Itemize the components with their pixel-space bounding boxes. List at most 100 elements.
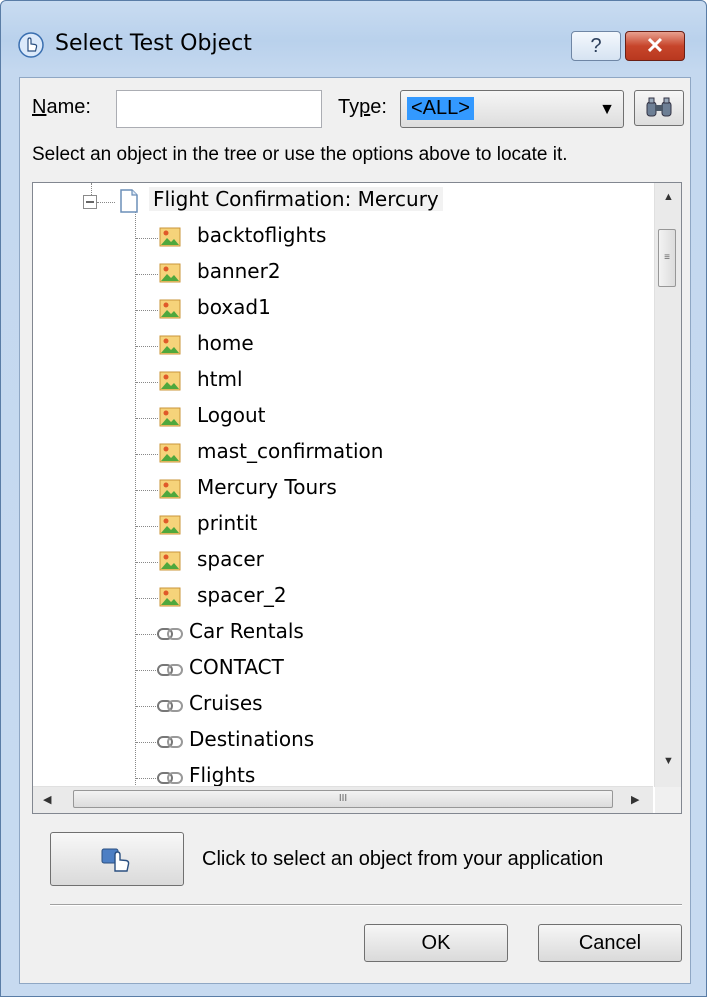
tree-item-label: Car Rentals <box>189 619 304 643</box>
pointing-hand-icon <box>18 32 44 58</box>
ok-button[interactable]: OK <box>364 924 508 962</box>
vertical-scroll-thumb[interactable]: ≡ <box>658 229 676 287</box>
tree-item-label: html <box>197 367 243 391</box>
vertical-scrollbar[interactable]: ▲ ≡ ▼ <box>654 183 681 787</box>
pointing-hand-icon <box>101 848 130 872</box>
tree-item[interactable]: spacer_2 <box>33 579 653 615</box>
image-icon <box>159 227 181 247</box>
tree-item-label: CONTACT <box>189 655 284 679</box>
tree-item-label: Cruises <box>189 691 263 715</box>
tree-item[interactable]: backtoflights <box>33 219 653 255</box>
pick-object-button[interactable] <box>50 832 184 886</box>
dialog-body: Name: Type: <ALL> ▼ Select an object in … <box>19 77 691 984</box>
image-icon <box>159 515 181 535</box>
collapse-icon[interactable] <box>83 195 97 209</box>
tree-item-label: Logout <box>197 403 266 427</box>
link-icon <box>157 628 183 640</box>
image-icon <box>159 551 181 571</box>
close-button[interactable]: ✕ <box>625 31 685 61</box>
tree-connector <box>136 706 158 707</box>
tree-item[interactable]: Mercury Tours <box>33 471 653 507</box>
tree-connector <box>136 382 158 383</box>
scroll-right-icon[interactable]: ▶ <box>631 793 639 806</box>
type-dropdown[interactable]: <ALL> ▼ <box>400 90 624 128</box>
tree-connector <box>136 670 158 671</box>
tree-root-item[interactable]: Flight Confirmation: Mercury <box>33 183 653 219</box>
scroll-corner <box>655 787 681 813</box>
page-icon <box>120 189 138 213</box>
tree-item[interactable]: banner2 <box>33 255 653 291</box>
chevron-down-icon: ▼ <box>599 101 615 118</box>
tree-connector <box>136 274 158 275</box>
cancel-button[interactable]: Cancel <box>538 924 682 962</box>
tree-item-label: backtoflights <box>197 223 327 247</box>
type-label-part: Ty <box>338 96 360 118</box>
name-label: Name: <box>32 96 91 119</box>
tree-item-label: Flights <box>189 763 256 787</box>
link-icon <box>157 736 183 748</box>
instruction-text: Select an object in the tree or use the … <box>32 144 568 165</box>
help-button[interactable]: ? <box>571 31 621 61</box>
title-bar[interactable]: Select Test Object ? ✕ <box>1 1 706 61</box>
image-icon <box>159 407 181 427</box>
tree-item[interactable]: CONTACT <box>33 651 653 687</box>
tree-item-label: home <box>197 331 254 355</box>
scroll-up-icon[interactable]: ▲ <box>663 191 674 203</box>
tree-connector <box>136 598 158 599</box>
window-title: Select Test Object <box>55 31 252 56</box>
divider <box>50 904 682 906</box>
tree-root-label: Flight Confirmation: Mercury <box>149 187 443 211</box>
image-icon <box>159 587 181 607</box>
horizontal-scrollbar[interactable]: ◀ III ▶ <box>33 786 653 813</box>
tree-item-label: boxad1 <box>197 295 271 319</box>
image-icon <box>159 263 181 283</box>
link-icon <box>157 700 183 712</box>
tree-item[interactable]: spacer <box>33 543 653 579</box>
tree-item[interactable]: Cruises <box>33 687 653 723</box>
tree-item[interactable]: boxad1 <box>33 291 653 327</box>
tree-connector <box>136 742 158 743</box>
tree-connector <box>136 778 158 779</box>
tree-item[interactable]: Destinations <box>33 723 653 759</box>
tree-rows: Flight Confirmation: Mercury backtofligh… <box>33 183 653 787</box>
select-test-object-dialog: Select Test Object ? ✕ Name: Type: <ALL>… <box>0 0 707 997</box>
tree-connector <box>136 346 158 347</box>
tree-connector <box>136 490 158 491</box>
tree-item[interactable]: printit <box>33 507 653 543</box>
tree-item[interactable]: Logout <box>33 399 653 435</box>
image-icon <box>159 371 181 391</box>
link-icon <box>157 664 183 676</box>
scroll-down-icon[interactable]: ▼ <box>663 755 674 767</box>
tree-item-label: printit <box>197 511 258 535</box>
type-selected-value: <ALL> <box>407 97 474 120</box>
type-label-part: e: <box>370 96 387 118</box>
tree-item-label: mast_confirmation <box>197 439 384 463</box>
tree-item[interactable]: mast_confirmation <box>33 435 653 471</box>
tree-item[interactable]: Flights <box>33 759 653 787</box>
image-icon <box>159 479 181 499</box>
tree-item-label: banner2 <box>197 259 281 283</box>
binoculars-icon <box>646 97 672 117</box>
tree-item-label: Mercury Tours <box>197 475 337 499</box>
tree-connector <box>136 562 158 563</box>
object-tree[interactable]: Flight Confirmation: Mercury backtofligh… <box>32 182 682 814</box>
name-field[interactable] <box>116 90 322 128</box>
name-label-part: ame: <box>46 96 91 118</box>
tree-item[interactable]: html <box>33 363 653 399</box>
type-label: Type: <box>338 96 387 119</box>
tree-item[interactable]: Car Rentals <box>33 615 653 651</box>
tree-item-label: spacer_2 <box>197 583 287 607</box>
find-button[interactable] <box>634 90 684 126</box>
tree-item[interactable]: home <box>33 327 653 363</box>
image-icon <box>159 335 181 355</box>
link-icon <box>157 772 183 784</box>
tree-connector <box>136 238 158 239</box>
tree-item-label: Destinations <box>189 727 315 751</box>
horizontal-scroll-thumb[interactable]: III <box>73 790 613 808</box>
tree-connector <box>136 634 158 635</box>
name-label-part: N <box>32 96 47 118</box>
scroll-left-icon[interactable]: ◀ <box>43 793 51 806</box>
tree-connector <box>136 526 158 527</box>
image-icon <box>159 299 181 319</box>
tree-connector <box>136 454 158 455</box>
